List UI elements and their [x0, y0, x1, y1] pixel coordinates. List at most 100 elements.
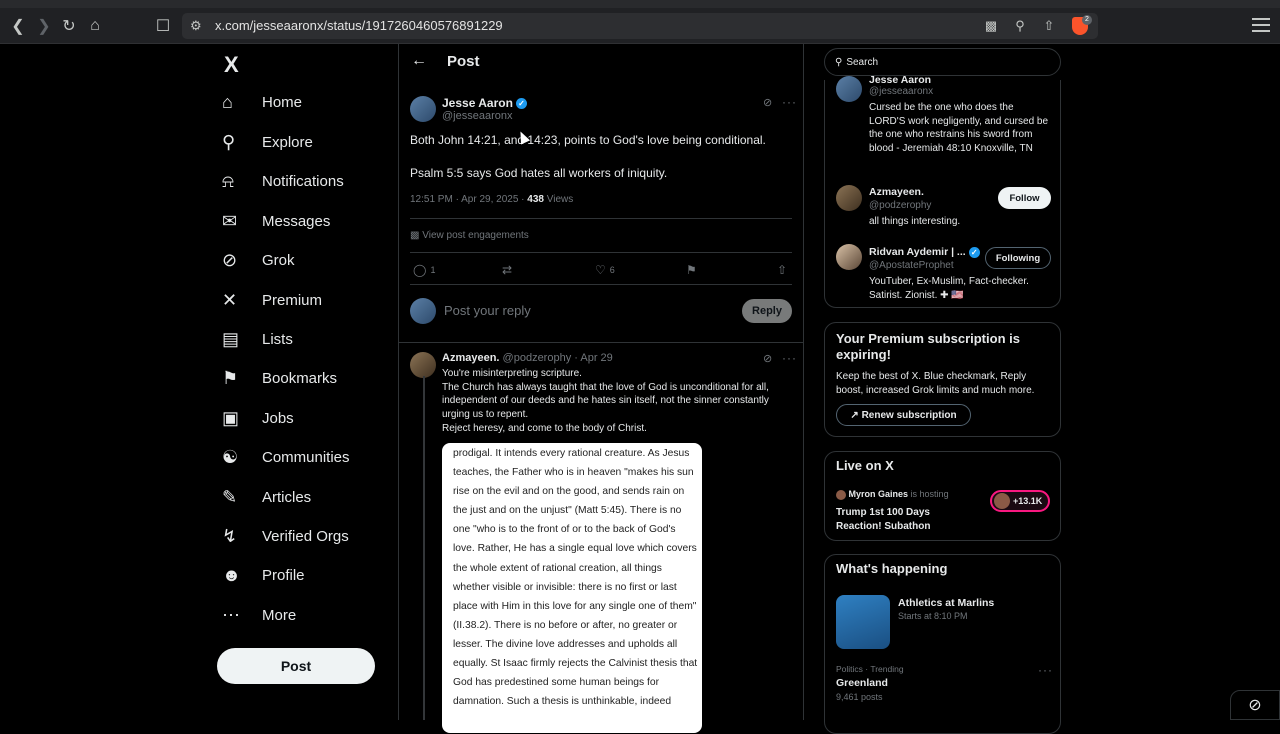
main-column: ← Post Jesse Aaron ✓ @jesseaaronx ⊘ ··· B…	[398, 44, 804, 733]
nav-lists[interactable]: ▤ Lists	[216, 321, 293, 357]
person-bio: YouTuber, Ex-Muslim, Fact-checker. Satir…	[869, 276, 1029, 301]
left-sidebar: X ⌂ Home ⚲ Explore ⍾ Notifications ✉ Message…	[216, 44, 396, 720]
person-name[interactable]: Azmayeen.	[869, 186, 924, 198]
person-name[interactable]: Ridvan Aydemir | ...	[869, 246, 966, 258]
cast-icon[interactable]: ▩	[982, 17, 1000, 35]
nav-more[interactable]: ⋯ More	[216, 597, 296, 633]
live-listeners-badge[interactable]: +13.1K	[990, 490, 1050, 512]
site-info-icon[interactable]: ⚙	[190, 18, 202, 34]
nav-grok[interactable]: ⊘ Grok	[216, 242, 295, 278]
repost-action[interactable]: ⇄	[502, 263, 512, 277]
live-title: Live on X	[836, 458, 894, 473]
nav-communities[interactable]: ☯ Communities	[216, 439, 350, 475]
premium-panel: Your Premium subscription is expiring! K…	[824, 322, 1061, 437]
person-name[interactable]: Jesse Aaron	[869, 74, 931, 86]
back-arrow-icon[interactable]: ←	[411, 52, 427, 70]
nav-premium[interactable]: ✕ Premium	[216, 282, 322, 318]
heart-icon: ♡	[595, 263, 606, 277]
like-action[interactable]: ♡ 6	[595, 263, 615, 277]
person-handle[interactable]: @ApostateProphet	[869, 260, 954, 271]
following-button[interactable]: Following	[985, 247, 1051, 269]
more-circle-icon: ⋯	[222, 604, 240, 625]
person-handle[interactable]: @jesseaaronx	[869, 86, 933, 97]
reply-avatar[interactable]	[410, 352, 436, 378]
browser-menu-icon[interactable]	[1252, 18, 1270, 32]
repost-icon: ⇄	[502, 263, 513, 277]
zoom-icon[interactable]: ⚲	[1011, 17, 1029, 35]
host-avatar	[836, 489, 846, 500]
nav-profile[interactable]: ☻ Profile	[216, 557, 305, 593]
nav-messages[interactable]: ✉ Messages	[216, 203, 330, 239]
x-logo-icon[interactable]: X	[224, 52, 239, 78]
bell-icon: ⍾	[222, 170, 234, 191]
renew-subscription-button[interactable]: ↗ Renew subscription	[836, 404, 971, 426]
trend-posts: 9,461 posts	[836, 692, 883, 702]
post-meta: 12:51 PM · Apr 29, 2025 · 438 Views	[410, 194, 574, 205]
home-browser-icon[interactable]: ⌂	[85, 16, 105, 36]
forward-icon[interactable]: ❯	[34, 16, 54, 36]
premium-title: Your Premium subscription is expiring!	[836, 331, 1020, 362]
verified-badge-icon: ✓	[968, 246, 980, 258]
nav-verified-orgs[interactable]: ↯ Verified Orgs	[216, 518, 349, 554]
premium-text: Keep the best of X. Blue checkmark, Repl…	[836, 371, 1035, 396]
envelope-icon: ✉	[222, 210, 238, 231]
right-sidebar: ⚲ Search Jesse Aaron @jesseaaronx Cursed…	[824, 44, 1062, 734]
event-time: Starts at 8:10 PM	[898, 611, 968, 621]
post-header: ← Post	[399, 44, 803, 80]
bookmark-outline-icon: ⚑	[686, 263, 697, 277]
url-text[interactable]: x.com/jesseaaronx/status/191726046057689…	[215, 18, 503, 33]
lightning-icon: ↯	[222, 525, 238, 546]
person-avatar[interactable]	[836, 244, 862, 270]
page-title: Post	[447, 53, 480, 70]
reply-input[interactable]: Post your reply	[444, 303, 531, 318]
chart-icon: ▩	[410, 230, 420, 241]
reload-icon[interactable]: ↻	[59, 16, 79, 36]
address-bar[interactable]: ⚙ x.com/jesseaaronx/status/1917260460576…	[182, 13, 1098, 39]
grok-explain-icon[interactable]: ⊘	[763, 96, 772, 109]
nav-articles[interactable]: ✎ Articles	[216, 479, 311, 515]
reply-action[interactable]: ◯ 1	[413, 263, 435, 277]
live-panel: Live on X Myron Gaines is hosting Trump …	[824, 451, 1061, 541]
avatar[interactable]	[410, 96, 436, 122]
reply-grok-icon[interactable]: ⊘	[763, 352, 772, 365]
live-event-title[interactable]: Trump 1st 100 Days Reaction! Subathon	[836, 506, 976, 533]
nav-bookmarks[interactable]: ⚑ Bookmarks	[216, 360, 337, 396]
event-title[interactable]: Athletics at Marlins	[898, 597, 994, 609]
person-avatar[interactable]	[836, 185, 862, 211]
bookmark-page-icon[interactable]: ☐	[153, 16, 173, 36]
back-icon[interactable]: ❮	[8, 16, 28, 36]
more-options-icon[interactable]: ···	[782, 95, 797, 109]
trend-name[interactable]: Greenland	[836, 677, 888, 689]
author-handle[interactable]: @jesseaaronx	[442, 110, 512, 122]
nav-explore[interactable]: ⚲ Explore	[216, 124, 313, 160]
person-handle[interactable]: @podzerophy	[869, 200, 931, 211]
my-avatar[interactable]	[410, 298, 436, 324]
reply-image[interactable]: prodigal. It intends every rational crea…	[442, 443, 702, 733]
author-name[interactable]: Jesse Aaron ✓	[442, 96, 527, 110]
nav-notifications[interactable]: ⍾ Notifications	[216, 163, 344, 199]
nav-jobs[interactable]: ▣ Jobs	[216, 400, 294, 436]
relevant-people-panel: Jesse Aaron @jesseaaronx Cursed be the o…	[824, 74, 1061, 308]
bookmark-icon: ⚑	[222, 367, 239, 388]
search-input[interactable]: ⚲ Search	[824, 48, 1061, 76]
bookmark-action[interactable]: ⚑	[686, 263, 697, 277]
divider	[399, 342, 803, 343]
post-button[interactable]: Post	[217, 648, 375, 684]
reply-button[interactable]: Reply	[742, 299, 792, 323]
view-engagements-link[interactable]: ▩ View post engagements	[410, 230, 529, 241]
grok-fab-icon[interactable]: ⊘	[1230, 690, 1280, 720]
live-host[interactable]: Myron Gaines is hosting	[836, 488, 949, 502]
reply-author[interactable]: Azmayeen. @podzerophy · Apr 29	[442, 352, 613, 364]
reply-more-icon[interactable]: ···	[782, 351, 797, 365]
reply-icon: ◯	[413, 263, 427, 277]
trend-more-icon[interactable]: ···	[1038, 663, 1053, 677]
home-icon: ⌂	[222, 91, 233, 112]
share-post-icon: ⇧	[777, 263, 788, 277]
share-action[interactable]: ⇧	[777, 263, 787, 277]
person-avatar[interactable]	[836, 76, 862, 102]
event-image[interactable]	[836, 595, 890, 649]
briefcase-icon: ▣	[222, 407, 240, 428]
nav-home[interactable]: ⌂ Home	[216, 84, 302, 120]
share-icon[interactable]: ⇧	[1040, 17, 1058, 35]
follow-button[interactable]: Follow	[998, 187, 1051, 209]
